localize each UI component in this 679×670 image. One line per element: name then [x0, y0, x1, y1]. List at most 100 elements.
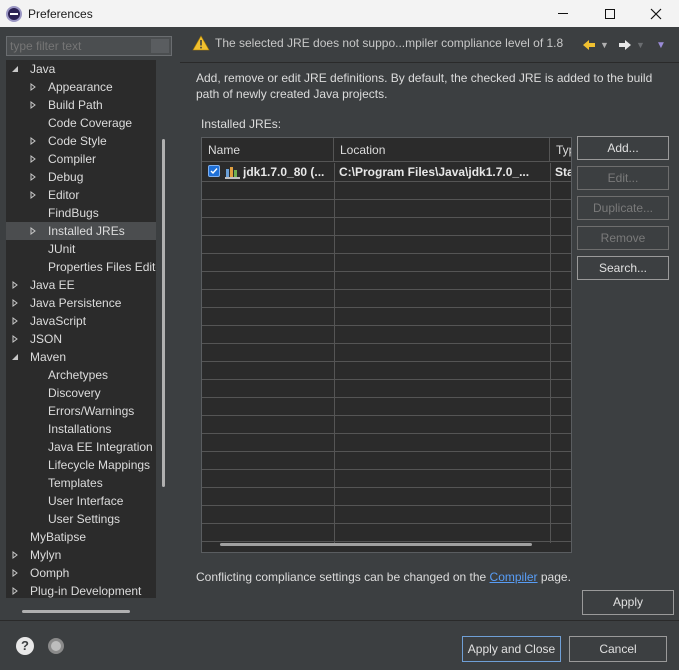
window-title: Preferences: [28, 6, 93, 21]
tree-item[interactable]: Installed JREs: [6, 222, 156, 240]
collapsed-twisty-icon[interactable]: [28, 186, 38, 204]
collapsed-twisty-icon[interactable]: [10, 294, 20, 312]
collapsed-twisty-icon[interactable]: [10, 564, 20, 582]
tree-item-label: Code Coverage: [48, 116, 133, 130]
tree-item[interactable]: Templates: [6, 474, 156, 492]
preference-page: The selected JRE does not suppo...mpiler…: [180, 27, 679, 620]
collapsed-twisty-icon[interactable]: [28, 168, 38, 186]
minimize-icon: [558, 13, 568, 14]
page-description: Add, remove or edit JRE definitions. By …: [196, 71, 653, 101]
collapsed-twisty-icon[interactable]: [28, 132, 38, 150]
collapsed-twisty-icon[interactable]: [28, 150, 38, 168]
close-button[interactable]: [633, 0, 679, 27]
tree-item-label: Plug-in Development: [30, 584, 142, 598]
dialog-footer: ? Apply and Close Cancel: [0, 620, 679, 670]
forward-dropdown-icon[interactable]: ▼: [636, 40, 645, 50]
tree-item[interactable]: Java Persistence: [6, 294, 156, 312]
tree-item[interactable]: Properties Files Editor: [6, 258, 156, 276]
forward-arrow-icon: [619, 40, 631, 50]
tree-item[interactable]: JSON: [6, 330, 156, 348]
expanded-twisty-icon[interactable]: [10, 60, 20, 78]
add-button[interactable]: Add...: [577, 136, 669, 160]
edit-button[interactable]: Edit...: [577, 166, 669, 190]
import-export-icon[interactable]: [48, 638, 64, 654]
close-icon: [650, 8, 662, 19]
tree-item[interactable]: Code Style: [6, 132, 156, 150]
tree-item[interactable]: Archetypes: [6, 366, 156, 384]
cancel-button[interactable]: Cancel: [569, 636, 667, 662]
tree-item-label: Archetypes: [48, 368, 109, 382]
column-header-type[interactable]: Type: [550, 138, 571, 162]
tree-item[interactable]: MyBatipse: [6, 528, 156, 546]
column-header-location[interactable]: Location: [334, 138, 550, 162]
tree-item-label: FindBugs: [48, 206, 99, 220]
back-button[interactable]: ▼: [582, 38, 609, 52]
back-dropdown-icon[interactable]: ▼: [600, 40, 609, 50]
duplicate-button[interactable]: Duplicate...: [577, 196, 669, 220]
remove-button[interactable]: Remove: [577, 226, 669, 250]
forward-button[interactable]: ▼: [618, 38, 645, 52]
collapsed-twisty-icon[interactable]: [28, 96, 38, 114]
apply-and-close-button[interactable]: Apply and Close: [462, 636, 561, 662]
tree-item[interactable]: Errors/Warnings: [6, 402, 156, 420]
collapsed-twisty-icon[interactable]: [10, 582, 20, 598]
tree-item[interactable]: Maven: [6, 348, 156, 366]
view-menu-icon[interactable]: ▼: [656, 38, 666, 52]
tree-item[interactable]: Compiler: [6, 150, 156, 168]
tree-item[interactable]: Oomph: [6, 564, 156, 582]
filter-input[interactable]: [7, 37, 149, 55]
minimize-button[interactable]: [540, 0, 586, 27]
tree-item-label: MyBatipse: [30, 530, 87, 544]
warning-message: The selected JRE does not suppo...mpiler…: [215, 36, 564, 50]
collapsed-twisty-icon[interactable]: [28, 78, 38, 96]
jre-library-icon: [225, 167, 240, 179]
tree-item[interactable]: Appearance: [6, 78, 156, 96]
tree-item-label: Templates: [48, 476, 103, 490]
collapsed-twisty-icon[interactable]: [10, 330, 20, 348]
collapsed-twisty-icon[interactable]: [10, 312, 20, 330]
tree-item[interactable]: Lifecycle Mappings: [6, 456, 156, 474]
jre-checkbox[interactable]: [208, 165, 220, 177]
tree-item[interactable]: Debug: [6, 168, 156, 186]
tree-item-label: Properties Files Editor: [48, 260, 156, 274]
tree-item[interactable]: JUnit: [6, 240, 156, 258]
filter-field[interactable]: [6, 36, 172, 56]
tree-item[interactable]: Installations: [6, 420, 156, 438]
collapsed-twisty-icon[interactable]: [28, 222, 38, 240]
tree-item-label: Editor: [48, 188, 80, 202]
compliance-note-suffix: page.: [537, 570, 571, 584]
tree-item[interactable]: Java EE: [6, 276, 156, 294]
maximize-icon: [605, 8, 615, 19]
table-horizontal-scrollbar[interactable]: [220, 543, 532, 546]
expanded-twisty-icon[interactable]: [10, 348, 20, 366]
table-row[interactable]: jdk1.7.0_80 (... C:\Program Files\Java\j…: [202, 163, 571, 181]
tree-item-label: Appearance: [48, 80, 113, 94]
compiler-link[interactable]: Compiler: [490, 570, 538, 584]
jre-table[interactable]: Name Location Type jdk1.7.0_80 (... C:\P…: [201, 137, 572, 553]
tree-item[interactable]: Mylyn: [6, 546, 156, 564]
column-header-name[interactable]: Name: [202, 138, 334, 162]
tree-item[interactable]: Java EE Integration: [6, 438, 156, 456]
tree-item-label: Code Style: [48, 134, 107, 148]
tree-item[interactable]: Code Coverage: [6, 114, 156, 132]
preference-navigation: Java Appearance Build Path Code Coverage Cod…: [0, 27, 180, 620]
tree-item[interactable]: Discovery: [6, 384, 156, 402]
tree-item[interactable]: FindBugs: [6, 204, 156, 222]
table-header: Name Location Type: [202, 138, 571, 162]
help-icon[interactable]: ?: [16, 637, 34, 655]
tree-item[interactable]: Editor: [6, 186, 156, 204]
tree-item[interactable]: Plug-in Development: [6, 582, 156, 598]
apply-button[interactable]: Apply: [582, 590, 674, 615]
tree-horizontal-scrollbar[interactable]: [22, 610, 130, 613]
tree-vertical-scrollbar[interactable]: [162, 139, 165, 487]
tree-item[interactable]: Build Path: [6, 96, 156, 114]
tree-item[interactable]: Java: [6, 60, 156, 78]
tree-item[interactable]: JavaScript: [6, 312, 156, 330]
clear-filter-button[interactable]: [151, 39, 169, 53]
search-button[interactable]: Search...: [577, 256, 669, 280]
tree-item[interactable]: User Interface: [6, 492, 156, 510]
tree-item[interactable]: User Settings: [6, 510, 156, 528]
maximize-button[interactable]: [587, 0, 633, 27]
collapsed-twisty-icon[interactable]: [10, 546, 20, 564]
collapsed-twisty-icon[interactable]: [10, 276, 20, 294]
